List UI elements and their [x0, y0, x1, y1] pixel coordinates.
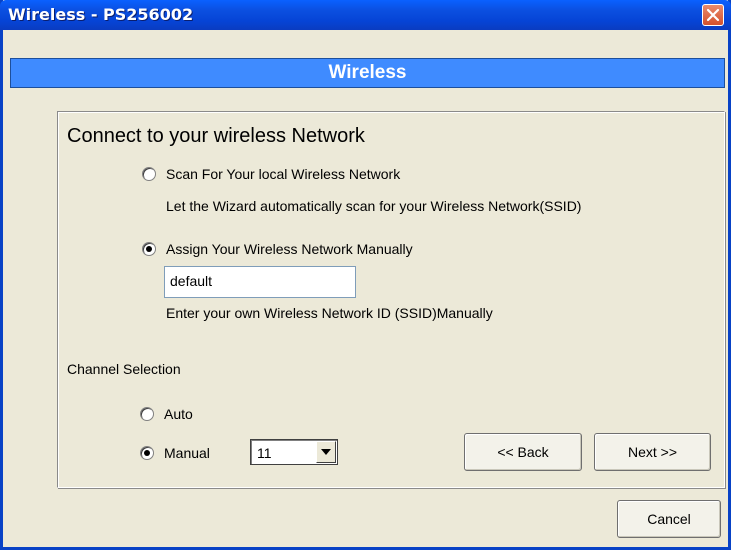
manual-network-label[interactable]: Assign Your Wireless Network Manually: [166, 241, 413, 257]
chevron-down-icon: [321, 449, 331, 455]
scan-network-radio[interactable]: [142, 167, 156, 181]
channel-auto-label[interactable]: Auto: [164, 406, 193, 422]
channel-auto-radio[interactable]: [140, 407, 154, 421]
channel-value: 11: [257, 445, 272, 461]
radio-selected-dot: [146, 246, 152, 252]
next-button[interactable]: Next >>: [594, 433, 711, 471]
manual-network-radio[interactable]: [142, 242, 156, 256]
ssid-description: Enter your own Wireless Network ID (SSID…: [166, 305, 493, 321]
channel-manual-radio[interactable]: [140, 446, 154, 460]
radio-selected-dot: [144, 450, 150, 456]
channel-manual-label[interactable]: Manual: [164, 445, 210, 461]
dialog-window: Wireless - PS256002 Wireless Connect to …: [0, 0, 731, 550]
channel-dropdown[interactable]: 11: [250, 439, 338, 465]
window-title: Wireless - PS256002: [8, 5, 194, 24]
section-banner: Wireless: [10, 58, 725, 88]
dropdown-button[interactable]: [316, 441, 336, 463]
channel-selection-label: Channel Selection: [67, 361, 181, 377]
scan-network-description: Let the Wizard automatically scan for yo…: [166, 198, 582, 214]
close-button[interactable]: [702, 4, 724, 26]
close-icon: [706, 8, 720, 22]
cancel-button[interactable]: Cancel: [617, 500, 721, 538]
title-bar[interactable]: Wireless - PS256002: [0, 0, 731, 30]
back-button[interactable]: << Back: [464, 433, 582, 471]
scan-network-label[interactable]: Scan For Your local Wireless Network: [166, 166, 400, 182]
ssid-input[interactable]: default: [164, 266, 356, 298]
page-title: Connect to your wireless Network: [67, 125, 365, 147]
